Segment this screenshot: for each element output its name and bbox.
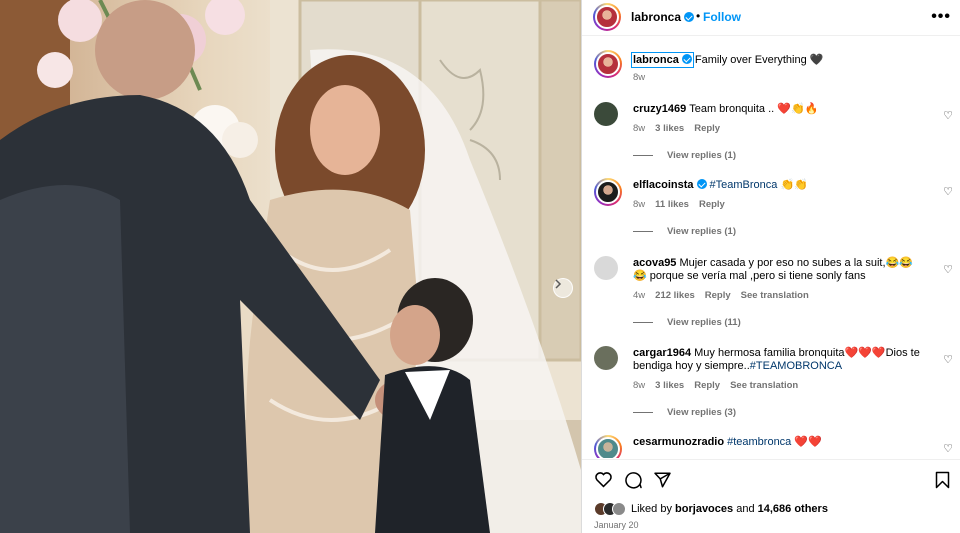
comments-list[interactable]: labronca Family over Everything 🖤 8w cruz… <box>582 37 960 458</box>
commenter-avatar[interactable] <box>594 178 622 206</box>
caption-avatar[interactable] <box>594 50 622 78</box>
comment-time: 8w <box>633 380 646 391</box>
share-icon[interactable] <box>653 471 672 489</box>
reply-button[interactable]: Reply <box>705 290 731 301</box>
author-avatar[interactable] <box>593 3 621 31</box>
heart-icon[interactable]: ♡ <box>943 185 953 198</box>
liked-by-and: and <box>736 503 755 515</box>
commenter-avatar[interactable] <box>594 102 618 126</box>
heart-icon[interactable]: ♡ <box>943 353 953 366</box>
comment-text[interactable]: #TeamBronca 👏👏 <box>710 179 808 191</box>
verified-icon <box>684 12 695 22</box>
comment-username[interactable]: cesarmunozradio <box>633 436 724 448</box>
view-replies-button[interactable]: View replies (1) <box>633 150 736 161</box>
comment-likes[interactable]: 212 likes <box>655 290 695 301</box>
caption-time: 8w <box>633 72 646 83</box>
author-username[interactable]: labronca <box>631 10 695 24</box>
comment-hashtag[interactable]: #TEAMOBRONCA <box>750 360 842 372</box>
liker-avatar <box>612 502 626 516</box>
comment-hashtag[interactable]: #teambronca <box>727 436 791 448</box>
reply-button[interactable]: Reply <box>694 380 720 391</box>
comment-time: 4w <box>633 290 646 301</box>
liked-by-prefix: Liked by <box>631 503 672 515</box>
comment-time: 8w <box>633 123 646 134</box>
caption-username[interactable]: labronca <box>631 52 694 68</box>
verified-icon <box>696 179 707 189</box>
verified-icon <box>681 54 692 64</box>
heart-icon[interactable]: ♡ <box>943 263 953 276</box>
post-photo <box>0 0 581 533</box>
reply-button[interactable]: Reply <box>694 123 720 134</box>
reply-button[interactable]: Reply <box>699 199 725 210</box>
likes-summary[interactable]: Liked by borjavoces and 14,686 others <box>594 502 828 516</box>
comment-likes[interactable]: 11 likes <box>655 199 689 210</box>
post-header: labronca • Follow ••• <box>582 0 960 36</box>
comment-text: Team bronquita .. ❤️👏🔥 <box>689 103 819 115</box>
chevron-right-icon <box>555 279 562 289</box>
next-photo-button[interactable] <box>553 278 573 298</box>
comment-time: 8w <box>633 199 646 210</box>
comment-username[interactable]: elflacoinsta <box>633 179 707 191</box>
heart-icon[interactable] <box>594 471 613 488</box>
follow-button[interactable]: Follow <box>703 10 741 24</box>
comment-likes[interactable]: 3 likes <box>655 123 684 134</box>
heart-icon[interactable]: ♡ <box>943 109 953 122</box>
bookmark-icon[interactable] <box>935 471 950 489</box>
commenter-avatar[interactable] <box>594 346 618 370</box>
see-translation-button[interactable]: See translation <box>730 380 798 391</box>
commenter-avatar[interactable] <box>594 435 622 458</box>
view-replies-button[interactable]: View replies (11) <box>633 317 741 328</box>
liked-by-others[interactable]: 14,686 others <box>758 503 828 515</box>
comment-username[interactable]: acova95 <box>633 257 676 269</box>
comment-icon[interactable] <box>624 471 643 489</box>
view-replies-button[interactable]: View replies (3) <box>633 407 736 418</box>
wedding-photo <box>0 0 581 533</box>
comment-text: ❤️❤️ <box>791 436 822 448</box>
post-side-panel: labronca • Follow ••• labronca Family ove… <box>581 0 960 533</box>
view-replies-button[interactable]: View replies (1) <box>633 226 736 237</box>
post-date[interactable]: January 20 <box>594 520 639 530</box>
separator-dot: • <box>696 9 701 23</box>
more-icon[interactable]: ••• <box>931 8 951 26</box>
commenter-avatar[interactable] <box>594 256 618 280</box>
post-actions: Liked by borjavoces and 14,686 others Ja… <box>582 459 960 533</box>
caption-meta: 8w <box>633 72 655 83</box>
comment-username[interactable]: cargar1964 <box>633 347 691 359</box>
comment-likes[interactable]: 3 likes <box>655 380 684 391</box>
comment-username[interactable]: cruzy1469 <box>633 103 686 115</box>
liked-by-user[interactable]: borjavoces <box>675 503 733 515</box>
caption-text: Family over Everything 🖤 <box>694 54 824 66</box>
see-translation-button[interactable]: See translation <box>741 290 809 301</box>
heart-icon[interactable]: ♡ <box>943 442 953 455</box>
